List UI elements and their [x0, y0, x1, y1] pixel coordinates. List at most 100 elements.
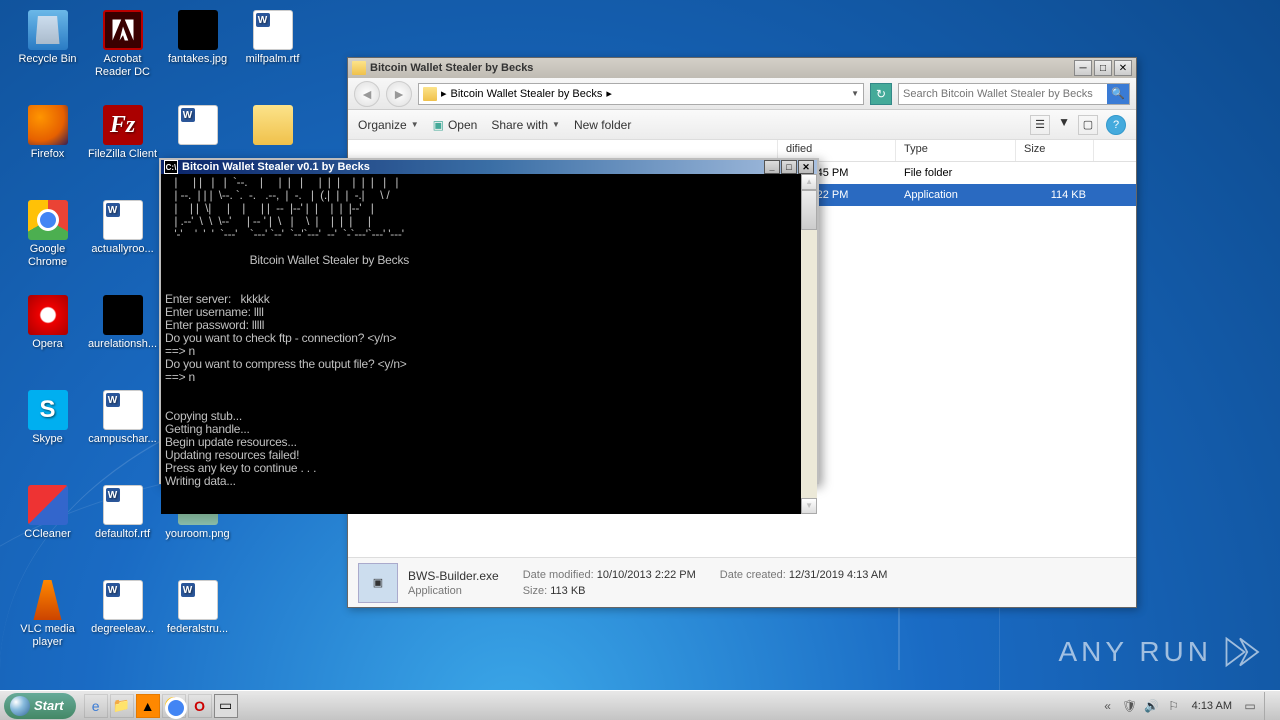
scroll-thumb[interactable]	[801, 190, 817, 230]
search-box[interactable]: 🔍	[898, 83, 1130, 105]
ic-chrome-icon	[28, 200, 68, 240]
show-hidden-icon[interactable]: «	[1100, 698, 1116, 714]
chevron-down-icon[interactable]: ▼	[851, 89, 859, 98]
col-type[interactable]: Type	[896, 140, 1016, 161]
file-thumbnail: ▣	[358, 563, 398, 603]
desktop-peek-icon[interactable]: ▭	[1242, 698, 1258, 714]
quick-launch: e 📁 ▲ O ▭	[84, 694, 238, 718]
maximize-button[interactable]: □	[1094, 60, 1112, 76]
icon-label: Recycle Bin	[18, 53, 76, 66]
ic-adobe-icon	[103, 10, 143, 50]
icon-label: youroom.png	[165, 528, 229, 541]
desktop-icon[interactable]: CCleaner	[10, 485, 85, 575]
scrollbar[interactable]: ▲ ▼	[801, 174, 817, 514]
organize-button[interactable]: Organize▼	[358, 118, 419, 132]
icon-label: Google Chrome	[12, 243, 84, 268]
ic-fz-icon: Fz	[103, 105, 143, 145]
explorer-icon[interactable]: 📁	[110, 694, 134, 718]
share-button[interactable]: Share with▼	[491, 118, 560, 132]
new-folder-button[interactable]: New folder	[574, 118, 631, 132]
address-bar[interactable]: ▸ Bitcoin Wallet Stealer by Becks ▸ ▼	[418, 83, 864, 105]
desktop-icon[interactable]: actuallyroo...	[85, 200, 160, 290]
icon-label: degreeleav...	[91, 623, 154, 636]
maximize-button[interactable]: □	[781, 160, 797, 174]
scroll-track[interactable]	[801, 190, 817, 498]
back-button[interactable]: ◄	[354, 81, 380, 107]
ic-word-icon	[178, 580, 218, 620]
ic-cc-icon	[28, 485, 68, 525]
details-filename: BWS-Builder.exe	[408, 569, 499, 583]
ic-word-icon	[103, 580, 143, 620]
chevron-down-icon[interactable]: ▼	[1058, 115, 1070, 135]
help-button[interactable]: ?	[1106, 115, 1126, 135]
explorer-navbar: ◄ ► ▸ Bitcoin Wallet Stealer by Becks ▸ …	[348, 78, 1136, 110]
security-icon[interactable]: 🛡	[1122, 698, 1138, 714]
explorer-toolbar: Organize▼ ▣Open Share with▼ New folder ☰…	[348, 110, 1136, 140]
desktop-icon[interactable]: Acrobat Reader DC	[85, 10, 160, 100]
watermark: ANY RUN	[1058, 634, 1260, 670]
start-button[interactable]: Start	[4, 693, 76, 719]
system-tray: « 🛡 🔊 ⚐ 4:13 AM ▭	[1094, 692, 1280, 720]
ic-opera-icon	[28, 295, 68, 335]
icon-label: Opera	[32, 338, 63, 351]
ic-skype-icon: S	[28, 390, 68, 430]
console-output[interactable]: | | | | | `--. | | | | | | | | | | | | |…	[161, 174, 817, 514]
desktop-icon[interactable]: aurelationsh...	[85, 295, 160, 385]
scroll-up-button[interactable]: ▲	[801, 174, 817, 190]
desktop-icon[interactable]: S Skype	[10, 390, 85, 480]
flag-icon[interactable]: ⚐	[1166, 698, 1182, 714]
desktop-icon[interactable]: fantakes.jpg	[160, 10, 235, 100]
taskbar: Start e 📁 ▲ O ▭ « 🛡 🔊 ⚐ 4:13 AM ▭	[0, 690, 1280, 720]
icon-label: Skype	[32, 433, 63, 446]
forward-button[interactable]: ►	[386, 81, 412, 107]
details-pane: ▣ BWS-Builder.exe Date modified: 10/10/2…	[348, 557, 1136, 607]
close-button[interactable]: ✕	[798, 160, 814, 174]
col-size[interactable]: Size	[1016, 140, 1094, 161]
console-titlebar[interactable]: C:\ Bitcoin Wallet Stealer v0.1 by Becks…	[161, 160, 817, 174]
desktop-icon[interactable]: Firefox	[10, 105, 85, 195]
vlc-icon[interactable]: ▲	[136, 694, 160, 718]
minimize-button[interactable]: _	[764, 160, 780, 174]
ic-word-icon	[178, 105, 218, 145]
ic-folder-icon	[253, 105, 293, 145]
folder-icon	[423, 87, 437, 101]
desktop-icon[interactable]: VLC media player	[10, 580, 85, 670]
refresh-button[interactable]: ↻	[870, 83, 892, 105]
ic-word-icon	[103, 485, 143, 525]
icon-label: Acrobat Reader DC	[87, 53, 159, 78]
opera-icon[interactable]: O	[188, 694, 212, 718]
desktop-icon[interactable]: defaultof.rtf	[85, 485, 160, 575]
desktop-icon[interactable]: Opera	[10, 295, 85, 385]
clock[interactable]: 4:13 AM	[1188, 700, 1236, 712]
icon-label: fantakes.jpg	[168, 53, 227, 66]
desktop-icon[interactable]: federalstru...	[160, 580, 235, 670]
address-text: Bitcoin Wallet Stealer by Becks	[451, 88, 603, 100]
scroll-down-button[interactable]: ▼	[801, 498, 817, 514]
icon-label: milfpalm.rtf	[246, 53, 300, 66]
explorer-titlebar[interactable]: Bitcoin Wallet Stealer by Becks ─ □ ✕	[348, 58, 1136, 78]
search-input[interactable]	[899, 88, 1107, 100]
addr-dd[interactable]: ▸	[606, 87, 612, 100]
desktop-icon[interactable]: FzFileZilla Client	[85, 105, 160, 195]
desktop-icon[interactable]: Recycle Bin	[10, 10, 85, 100]
ic-word-icon	[253, 10, 293, 50]
preview-pane-button[interactable]: ▢	[1078, 115, 1098, 135]
ic-word-icon	[103, 200, 143, 240]
volume-icon[interactable]: 🔊	[1144, 698, 1160, 714]
ie-icon[interactable]: e	[84, 694, 108, 718]
explorer-title: Bitcoin Wallet Stealer by Becks	[370, 62, 1074, 74]
desktop-icon[interactable]: milfpalm.rtf	[235, 10, 310, 100]
minimize-button[interactable]: ─	[1074, 60, 1092, 76]
addr-sep: ▸	[441, 87, 447, 100]
desktop-icon[interactable]: campuschar...	[85, 390, 160, 480]
windows-orb-icon	[10, 696, 30, 716]
view-button[interactable]: ☰	[1030, 115, 1050, 135]
task-cmd-icon[interactable]: ▭	[214, 694, 238, 718]
close-button[interactable]: ✕	[1114, 60, 1132, 76]
desktop-icon[interactable]: Google Chrome	[10, 200, 85, 290]
show-desktop-button[interactable]	[1264, 692, 1274, 720]
open-button[interactable]: ▣Open	[433, 118, 478, 132]
search-icon[interactable]: 🔍	[1107, 84, 1129, 104]
desktop-icon[interactable]: degreeleav...	[85, 580, 160, 670]
chrome-icon[interactable]	[162, 694, 186, 718]
